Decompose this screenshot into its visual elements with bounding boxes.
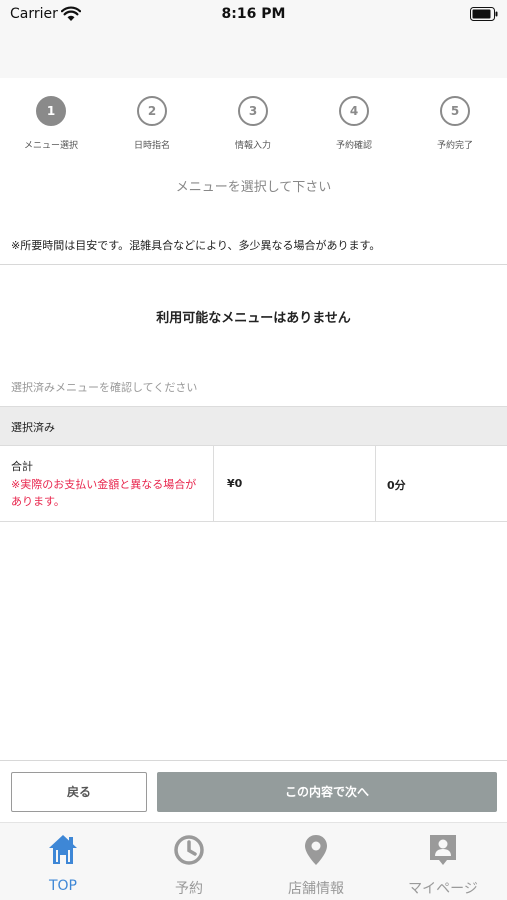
navigation-bar bbox=[0, 30, 507, 78]
total-price: ¥0 bbox=[227, 477, 243, 490]
status-bar: Carrier 8:16 PM bbox=[0, 0, 507, 30]
status-time: 8:16 PM bbox=[221, 6, 286, 22]
profile-card-icon bbox=[430, 835, 456, 865]
step-number: 1 bbox=[36, 96, 66, 126]
selected-header-label: 選択済み bbox=[11, 421, 55, 434]
step-1: 1 メニュー選択 bbox=[6, 96, 96, 151]
tab-my-page[interactable]: マイページ bbox=[380, 823, 506, 900]
time-estimate-note: ※所要時間は目安です。混雑具合などにより、多少異なる場合があります。 bbox=[11, 239, 381, 252]
step-label: 予約完了 bbox=[436, 141, 473, 151]
step-4: 4 予約確認 bbox=[309, 96, 399, 151]
tab-bar: TOP 予約 店舗情報 マイページ bbox=[0, 822, 507, 900]
tab-label: 店舗情報 bbox=[288, 881, 344, 897]
next-button[interactable]: この内容で次へ bbox=[157, 772, 497, 812]
no-menu-message: 利用可能なメニューはありません bbox=[156, 311, 351, 326]
tab-label: マイページ bbox=[408, 881, 478, 897]
total-price-cell: ¥0 bbox=[214, 446, 376, 521]
location-pin-icon bbox=[305, 835, 327, 865]
total-label: 合計 bbox=[11, 460, 33, 473]
confirm-selected-hint: 選択済みメニューを確認してください bbox=[11, 381, 198, 394]
step-3: 3 情報入力 bbox=[208, 96, 298, 151]
step-label: 予約確認 bbox=[335, 141, 372, 151]
tab-store-info[interactable]: 店舗情報 bbox=[253, 823, 379, 900]
payment-warning: ※実際のお支払い金額と異なる場合があります。 bbox=[11, 478, 197, 508]
total-duration-cell: 0分 bbox=[376, 446, 507, 521]
selected-section-header: 選択済み bbox=[0, 406, 507, 446]
tab-reservation[interactable]: 予約 bbox=[126, 823, 252, 900]
back-button[interactable]: 戻る bbox=[11, 772, 147, 812]
total-duration: 0分 bbox=[387, 479, 406, 492]
step-number: 3 bbox=[238, 96, 268, 126]
clock-icon bbox=[174, 835, 204, 865]
total-label-cell: 合計 ※実際のお支払い金額と異なる場合があります。 bbox=[0, 446, 214, 521]
step-5: 5 予約完了 bbox=[410, 96, 500, 151]
step-number: 4 bbox=[339, 96, 369, 126]
step-indicator: 1 メニュー選択 2 日時指名 3 情報入力 4 予約確認 5 予約完了 bbox=[0, 96, 507, 160]
divider bbox=[0, 760, 507, 761]
home-icon bbox=[49, 835, 77, 864]
step-label: メニュー選択 bbox=[23, 141, 78, 151]
tab-label: 予約 bbox=[175, 881, 203, 897]
menu-instruction: メニューを選択して下さい bbox=[175, 180, 332, 195]
step-number: 5 bbox=[440, 96, 470, 126]
step-2: 2 日時指名 bbox=[107, 96, 197, 151]
total-row: 合計 ※実際のお支払い金額と異なる場合があります。 ¥0 0分 bbox=[0, 446, 507, 522]
step-number: 2 bbox=[137, 96, 167, 126]
step-label: 日時指名 bbox=[133, 141, 170, 151]
step-label: 情報入力 bbox=[234, 141, 271, 151]
tab-top[interactable]: TOP bbox=[0, 823, 126, 900]
battery-icon bbox=[470, 7, 498, 21]
tab-label: TOP bbox=[48, 878, 77, 894]
divider bbox=[0, 264, 507, 265]
